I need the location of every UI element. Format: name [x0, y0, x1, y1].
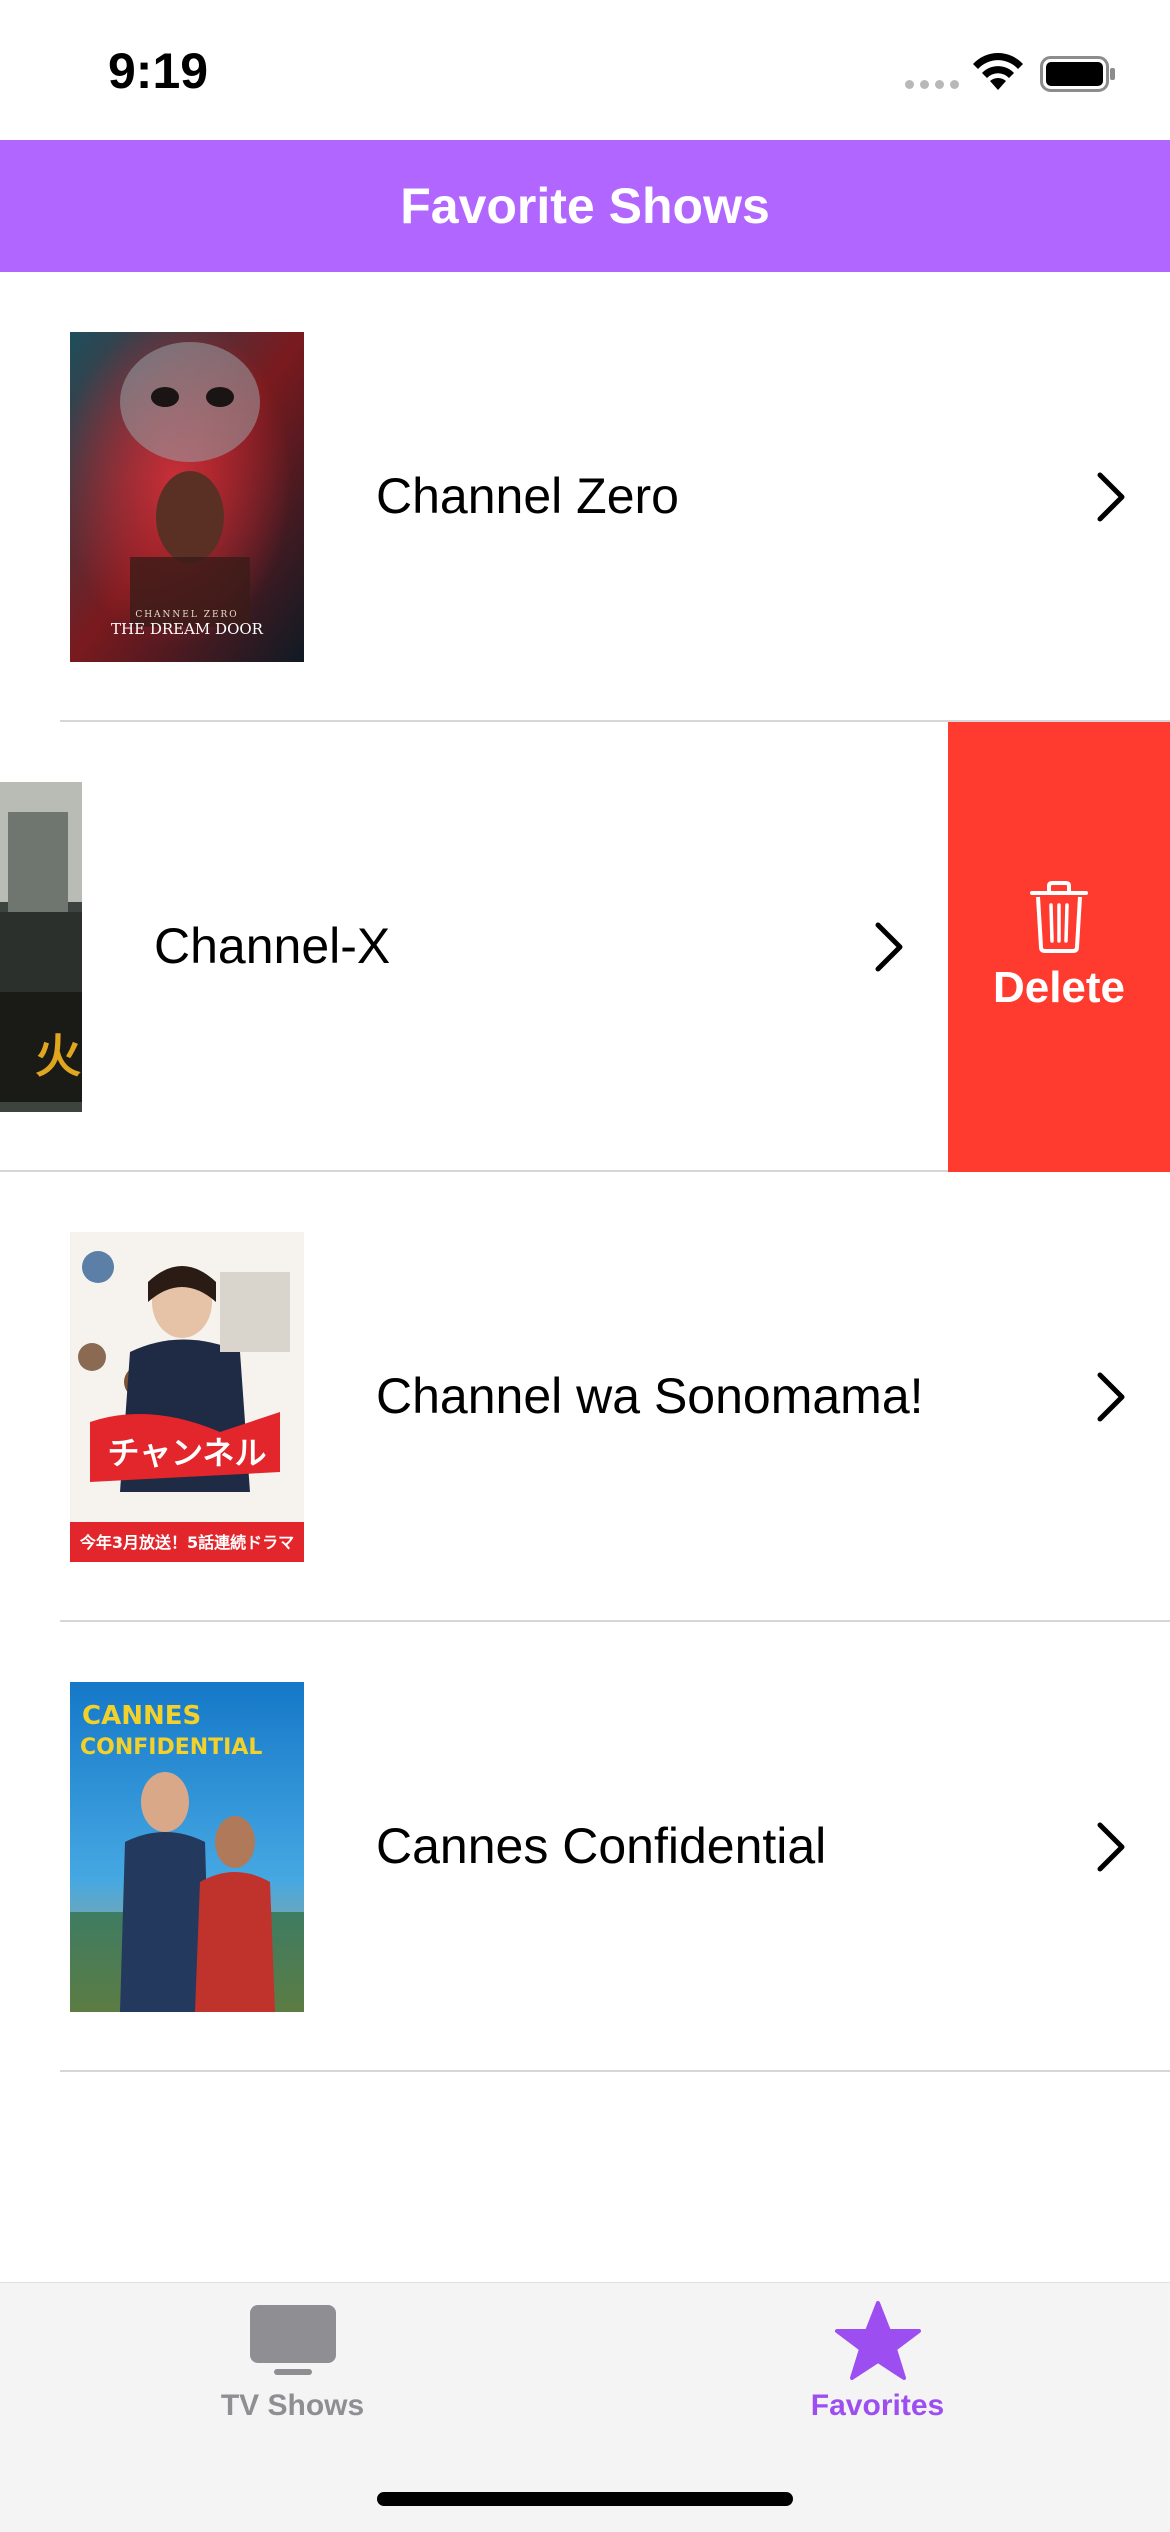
poster-image: チャンネル 今年3月放送！5話連続ドラマ [70, 1232, 304, 1562]
svg-text:CONFIDENTIAL: CONFIDENTIAL [80, 1735, 262, 1760]
chevron-right-icon [1097, 1372, 1125, 1422]
svg-text:今年3月放送！5話連続ドラマ: 今年3月放送！5話連続ドラマ [79, 1533, 294, 1552]
signal-dots-icon [905, 80, 959, 89]
tab-tv-shows[interactable]: TV Shows [0, 2283, 585, 2453]
svg-text:火: 火 [35, 1029, 81, 1083]
home-indicator [377, 2492, 793, 2506]
show-title: Channel Zero [376, 468, 679, 524]
list-item-swiped[interactable]: 火 Channel-X Delete [0, 722, 1170, 1172]
delete-label: Delete [992, 963, 1126, 1012]
star-icon [834, 2301, 921, 2380]
poster-image: 火 [0, 782, 82, 1112]
show-title: Cannes Confidential [376, 1818, 827, 1874]
svg-text:CHANNEL ZERO: CHANNEL ZERO [135, 610, 238, 620]
tab-label: TV Shows [220, 2389, 365, 2422]
delete-button[interactable]: Delete [948, 722, 1170, 1172]
status-bar: 9:19 [0, 0, 1170, 140]
list-item[interactable]: チャンネル 今年3月放送！5話連続ドラマ Channel wa Sonomama… [0, 1172, 1170, 1622]
poster-image: CANNES CONFIDENTIAL [70, 1682, 304, 2012]
tv-icon [249, 2305, 336, 2375]
wifi-icon [973, 53, 1023, 90]
divider [60, 2070, 1170, 2072]
svg-text:チャンネル: チャンネル [107, 1434, 266, 1472]
show-title: Channel wa Sonomama! [376, 1368, 924, 1424]
svg-text:CANNES: CANNES [82, 1701, 201, 1731]
battery-icon [1040, 56, 1115, 92]
list-item[interactable]: CANNES CONFIDENTIAL Cannes Confidential [0, 1622, 1170, 2072]
chevron-right-icon [875, 922, 903, 972]
list-item[interactable]: CHANNEL ZERO THE DREAM DOOR Channel Zero [0, 272, 1170, 722]
status-time: 9:19 [108, 43, 209, 99]
show-title: Channel-X [154, 918, 391, 974]
poster-image: CHANNEL ZERO THE DREAM DOOR [70, 332, 304, 662]
trash-icon [1030, 881, 1088, 953]
navigation-bar: Favorite Shows [0, 140, 1170, 272]
tab-favorites[interactable]: Favorites [585, 2283, 1170, 2453]
app-screen: 9:19 Favorite Shows CHANNEL ZERO THE DRE… [0, 0, 1170, 2532]
chevron-right-icon [1097, 472, 1125, 522]
page-title: Favorite Shows [400, 178, 770, 234]
shows-list[interactable]: CHANNEL ZERO THE DREAM DOOR Channel Zero [0, 272, 1170, 2072]
svg-text:THE DREAM DOOR: THE DREAM DOOR [111, 620, 264, 638]
chevron-right-icon [1097, 1822, 1125, 1872]
tab-label: Favorites [810, 2389, 945, 2422]
